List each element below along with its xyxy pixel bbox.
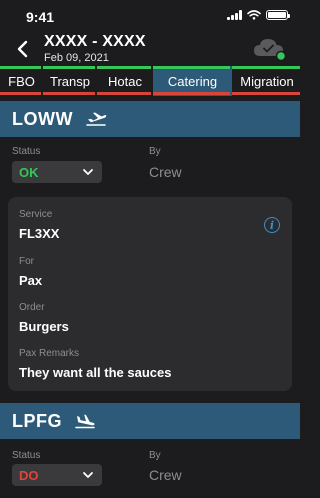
arrival-airport-header: LPFG <box>0 403 300 439</box>
tab-status-bar-bottom <box>43 92 95 95</box>
sync-status-dot <box>275 50 287 62</box>
order-value: Burgers <box>19 319 69 334</box>
arrival-by-label: By <box>149 450 161 461</box>
for-value: Pax <box>19 273 43 288</box>
order-label: Order <box>19 302 45 313</box>
tab-status-bar-top <box>97 66 151 69</box>
wifi-icon <box>247 10 261 20</box>
departure-status-value: OK <box>19 164 39 180</box>
header: XXXX - XXXX Feb 09, 2021 <box>0 32 300 66</box>
arrival-airport-code: LPFG <box>12 410 62 431</box>
arrival-status-value: DO <box>19 467 39 483</box>
tab-status-bar-bottom <box>97 92 151 95</box>
status-bar: 9:41 <box>0 0 300 32</box>
airplane-landing-icon <box>75 414 95 429</box>
service-label: Service <box>19 209 53 220</box>
arrival-status-label: Status <box>12 450 41 461</box>
sync-button[interactable] <box>252 36 288 62</box>
arrival-by-value: Crew <box>149 467 182 483</box>
info-icon[interactable]: i <box>264 217 280 233</box>
tab-label: FBO <box>8 73 35 89</box>
tab-fbo[interactable]: FBO <box>0 66 43 96</box>
tab-status-bar-top <box>153 66 230 69</box>
tab-hotac[interactable]: Hotac <box>97 66 153 96</box>
tab-status-bar-bottom <box>232 92 300 95</box>
departure-status-select[interactable]: OK <box>12 161 102 183</box>
cellular-signal-icon <box>227 10 242 20</box>
tab-label: Transp <box>50 73 90 89</box>
battery-icon <box>266 10 290 20</box>
departure-airport-header: LOWW <box>0 101 300 137</box>
tab-status-bar-top <box>232 66 300 69</box>
tab-status-bar-top <box>43 66 95 69</box>
status-icons <box>227 10 290 20</box>
tab-migration[interactable]: Migration <box>232 66 300 96</box>
departure-by-label: By <box>149 146 161 157</box>
chevron-left-icon <box>17 40 28 58</box>
airplane-takeoff-icon <box>86 112 107 126</box>
tab-label: Migration <box>240 73 294 89</box>
tab-status-bar-bottom <box>0 92 41 95</box>
departure-status-label: Status <box>12 146 41 157</box>
page-title: XXXX - XXXX <box>44 33 146 50</box>
tab-transp[interactable]: Transp <box>43 66 97 96</box>
for-label: For <box>19 256 34 267</box>
arrival-status-select[interactable]: DO <box>12 464 102 486</box>
tab-label: Catering <box>167 73 218 89</box>
back-button[interactable] <box>12 37 32 61</box>
tab-status-bar-top <box>0 66 41 69</box>
pax-remarks-value: They want all the sauces <box>19 365 172 380</box>
chevron-down-icon <box>83 169 93 175</box>
status-time: 9:41 <box>26 9 55 25</box>
tab-catering[interactable]: Catering <box>153 66 232 96</box>
cloud-sync-icon <box>254 39 287 62</box>
departure-airport-code: LOWW <box>12 108 73 129</box>
service-tabs: FBO Transp Hotac Catering Migration <box>0 66 300 96</box>
catering-details-card: Service FL3XX i For Pax Order Burgers Pa… <box>8 197 292 391</box>
flight-date: Feb 09, 2021 <box>44 52 109 64</box>
tab-status-bar-bottom <box>153 92 230 95</box>
chevron-down-icon <box>83 472 93 478</box>
pax-remarks-label: Pax Remarks <box>19 348 80 359</box>
tab-label: Hotac <box>108 73 142 89</box>
service-value: FL3XX <box>19 226 60 241</box>
departure-by-value: Crew <box>149 164 182 180</box>
